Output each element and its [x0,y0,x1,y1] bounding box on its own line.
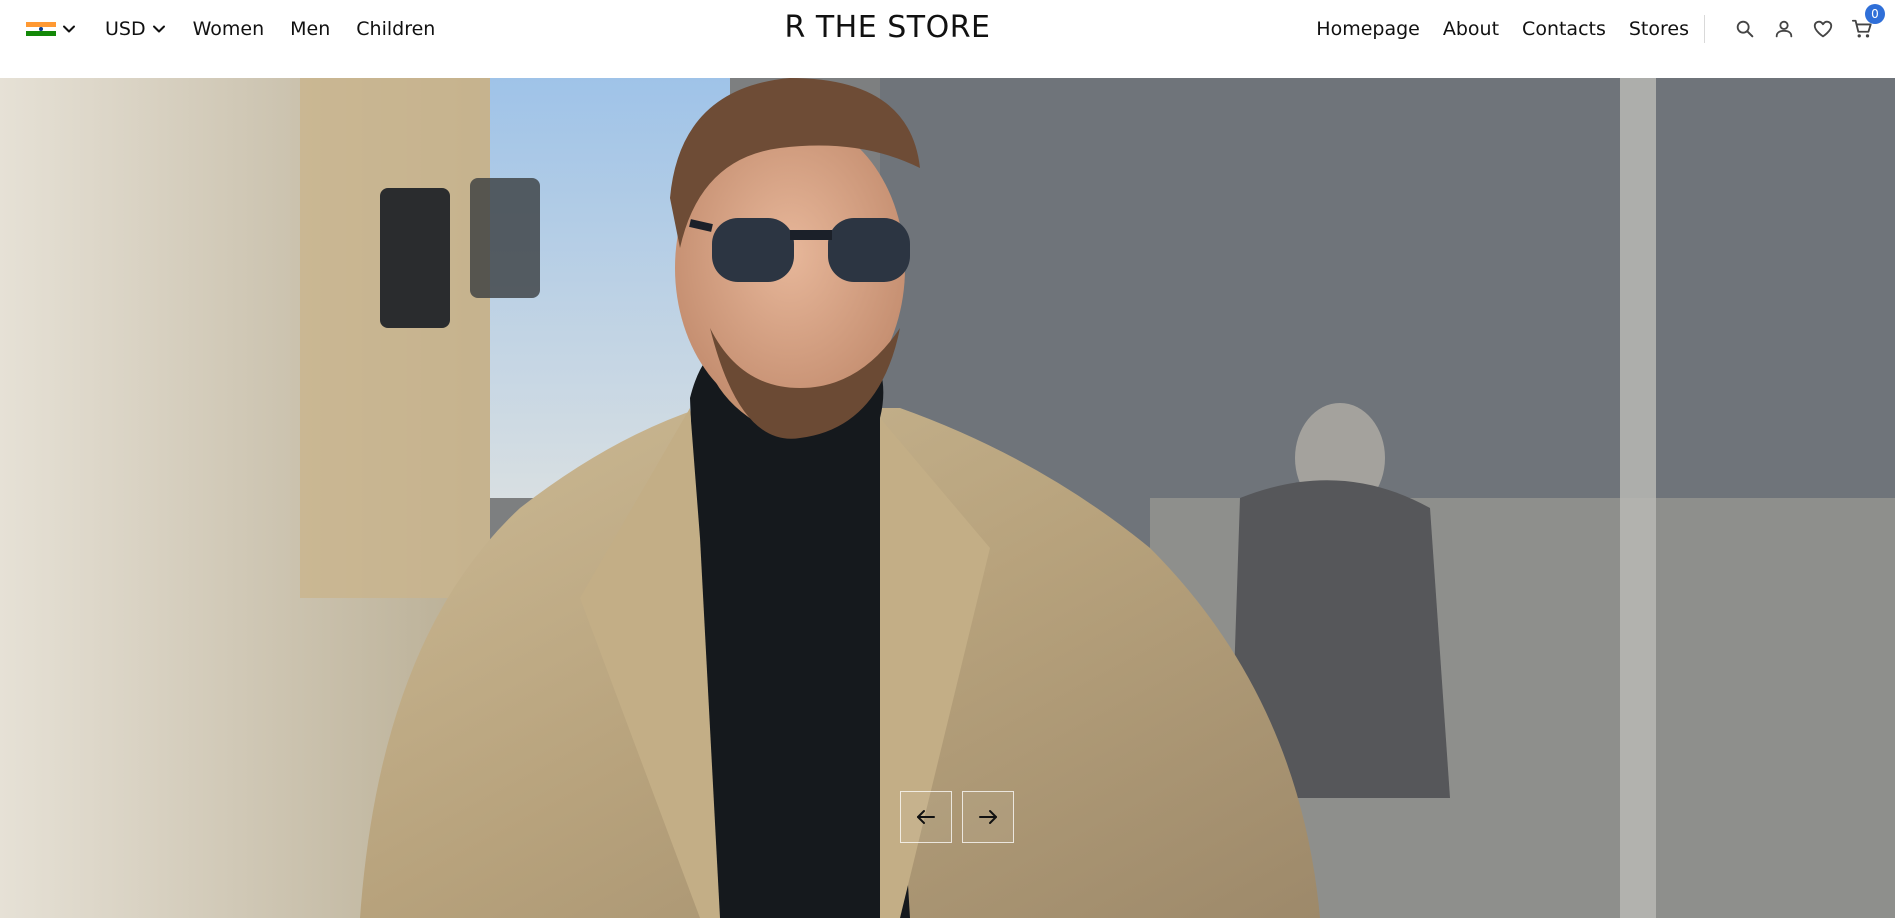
wishlist-button[interactable] [1810,16,1836,42]
header-right-group: Homepage About Contacts Stores 0 [1316,0,1885,58]
cart-count-badge: 0 [1865,4,1885,24]
brand-title[interactable]: R THE STORE [784,10,990,45]
arrow-right-icon [979,810,997,824]
slider-controls [900,791,1024,843]
header-divider [1704,15,1705,43]
account-button[interactable] [1771,16,1797,42]
heart-icon [1813,20,1833,38]
site-header: USD Women Men Children R THE STORE Homep… [0,0,1895,78]
slider-prev-button[interactable] [900,791,952,843]
nav-link-about[interactable]: About [1443,18,1499,40]
user-icon [1775,20,1793,38]
search-icon [1736,20,1754,38]
cart-button[interactable]: 0 [1849,4,1885,42]
nav-link-contacts[interactable]: Contacts [1522,18,1606,40]
nav-link-stores[interactable]: Stores [1629,18,1689,40]
nav-link-homepage[interactable]: Homepage [1316,18,1420,40]
search-button[interactable] [1732,16,1758,42]
hero-slider [0,78,1895,918]
arrow-left-icon [917,810,935,824]
slider-next-button[interactable] [962,791,1014,843]
